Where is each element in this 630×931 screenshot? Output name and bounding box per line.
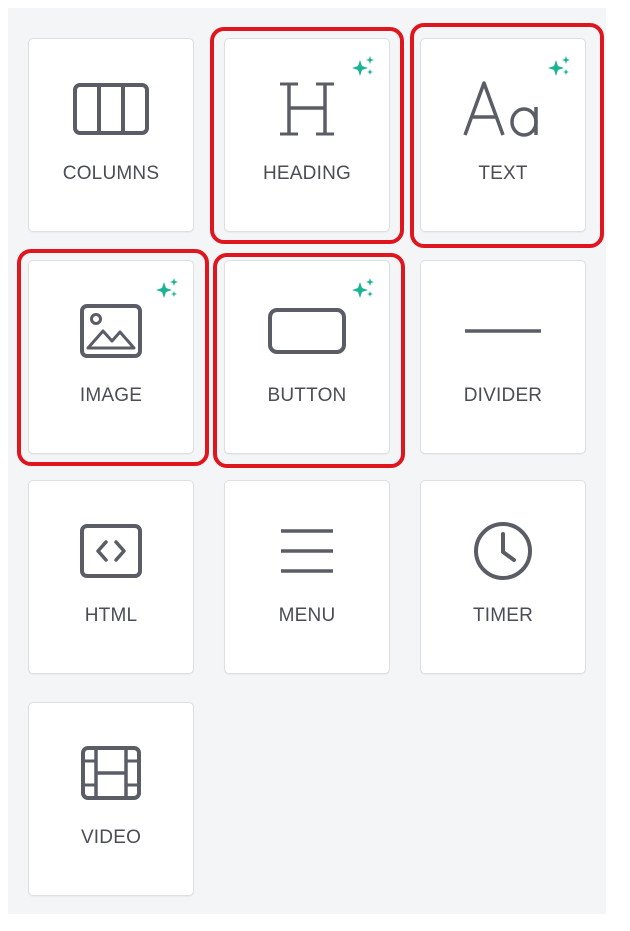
tool-label: HEADING: [263, 163, 351, 184]
tool-label: HTML: [84, 605, 138, 626]
tool-label: BUTTON: [267, 385, 347, 406]
tool-label: TEXT: [478, 163, 528, 184]
tool-image[interactable]: IMAGE: [28, 260, 194, 454]
tool-divider[interactable]: DIVIDER: [420, 260, 586, 454]
tool-html[interactable]: HTML: [28, 480, 194, 674]
button-icon: [225, 301, 389, 361]
video-icon: [29, 743, 193, 803]
text-icon: [421, 79, 585, 139]
tool-columns[interactable]: COLUMNS: [28, 38, 194, 232]
heading-icon: [225, 79, 389, 139]
tool-label: DIVIDER: [463, 385, 543, 406]
ai-sparkle-icon: [352, 56, 374, 76]
ai-sparkle-icon: [548, 56, 570, 76]
ai-sparkle-icon: [156, 278, 178, 298]
tool-label: COLUMNS: [62, 163, 160, 184]
ai-sparkle-icon: [352, 278, 374, 298]
tool-video[interactable]: VIDEO: [28, 702, 194, 896]
tool-label: IMAGE: [79, 385, 143, 406]
menu-icon: [225, 521, 389, 581]
tool-heading[interactable]: HEADING: [224, 38, 390, 232]
tool-text[interactable]: TEXT: [420, 38, 586, 232]
tool-label: VIDEO: [80, 827, 142, 848]
tool-timer[interactable]: TIMER: [420, 480, 586, 674]
tool-label: MENU: [278, 605, 336, 626]
content-blocks-panel: COLUMNS HEADING TEXT IMAGE BUTTON DIVIDE…: [8, 8, 606, 914]
html-icon: [29, 521, 193, 581]
image-icon: [29, 301, 193, 361]
tool-label: TIMER: [472, 605, 534, 626]
clock-icon: [421, 521, 585, 581]
columns-icon: [29, 79, 193, 139]
divider-icon: [421, 301, 585, 361]
tool-menu[interactable]: MENU: [224, 480, 390, 674]
tool-button[interactable]: BUTTON: [224, 260, 390, 454]
